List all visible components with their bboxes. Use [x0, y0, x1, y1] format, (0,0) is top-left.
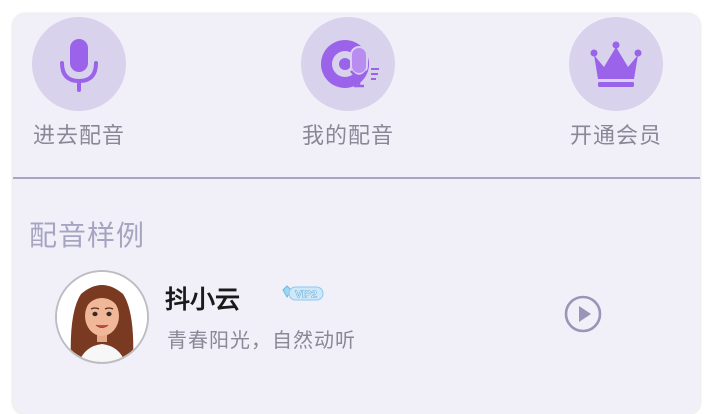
main-card: 进去配音 我的配音 开通会员 配音样例 抖小云 VIP2 青春阳光，自然动听: [13, 14, 700, 414]
my-dubbing-label: 我的配音: [301, 124, 394, 149]
enter-dubbing-button[interactable]: 进去配音: [9, 14, 149, 164]
crown-icon: [590, 41, 642, 87]
avatar: [55, 270, 149, 364]
open-membership-button[interactable]: 开通会员: [546, 14, 686, 164]
shortcut-row: 进去配音 我的配音 开通会员: [13, 14, 700, 177]
my-dubbing-button[interactable]: 我的配音: [278, 14, 418, 164]
sample-item[interactable]: 抖小云 VIP2 青春阳光，自然动听: [55, 270, 655, 366]
vip-badge: VIP2: [282, 285, 324, 301]
enter-dubbing-label: 进去配音: [32, 124, 125, 149]
sample-description: 青春阳光，自然动听: [167, 328, 356, 352]
section-title: 配音样例: [29, 219, 146, 252]
shortcut-circle: [569, 17, 663, 111]
shortcut-circle: [32, 17, 126, 111]
section-divider: [13, 177, 700, 179]
play-icon: [564, 295, 602, 333]
my-dubbing-icon: [321, 40, 379, 88]
microphone-icon: [60, 39, 98, 92]
shortcut-circle: [301, 17, 395, 111]
sample-name: 抖小云: [165, 285, 241, 314]
avatar-illustration: [57, 272, 147, 362]
open-membership-label: 开通会员: [569, 124, 662, 149]
vip-badge-label: VIP2: [295, 290, 317, 301]
play-button[interactable]: [563, 294, 603, 334]
